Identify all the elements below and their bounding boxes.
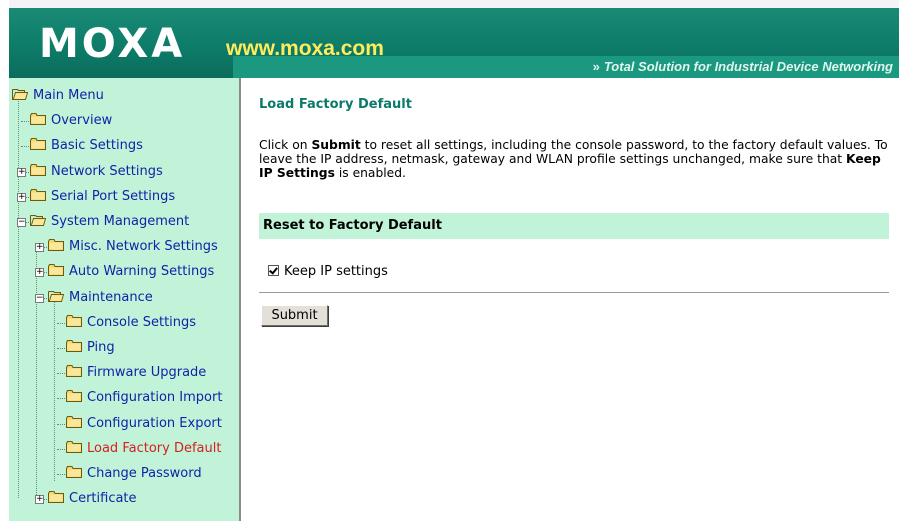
expand-icon[interactable]: + [17, 193, 26, 202]
tree-line [18, 98, 19, 498]
submit-keyword: Submit [311, 138, 361, 152]
submit-button[interactable]: Submit [261, 305, 328, 326]
header-banner: MOXA www.moxa.com » Total Solution for In… [9, 0, 899, 78]
double-chevron-icon: » [592, 59, 600, 74]
sidebar-item-auto-warning-settings[interactable]: Auto Warning Settings [48, 261, 214, 283]
folder-icon [66, 390, 82, 402]
tree-line [36, 248, 37, 499]
main-content: Load Factory Default Click on Submit to … [259, 78, 889, 521]
sidebar-item-label[interactable]: Auto Warning Settings [69, 264, 214, 279]
description-text: Click on Submit to reset all settings, i… [259, 138, 889, 180]
collapse-icon[interactable]: − [35, 294, 44, 303]
sidebar-item-firmware-upgrade[interactable]: Firmware Upgrade [66, 362, 206, 384]
moxa-logo: MOXA [39, 21, 186, 67]
folder-icon [66, 416, 82, 428]
sidebar-item-console-settings[interactable]: Console Settings [66, 312, 196, 334]
sidebar-item-label[interactable]: Certificate [69, 491, 137, 506]
sidebar-item-label[interactable]: Overview [51, 113, 112, 128]
sidebar-item-label[interactable]: Ping [87, 340, 115, 355]
folder-icon [66, 466, 82, 478]
sidebar-item-label[interactable]: Serial Port Settings [51, 189, 175, 204]
folder-open-icon [30, 214, 46, 226]
sidebar-item-label[interactable]: Configuration Import [87, 390, 222, 405]
folder-icon [66, 315, 82, 327]
sidebar-item-change-password[interactable]: Change Password [66, 463, 202, 485]
folder-icon [30, 164, 46, 176]
sidebar-item-network-settings[interactable]: Network Settings [30, 161, 163, 183]
sidebar-item-maintenance[interactable]: Maintenance [48, 287, 153, 309]
folder-icon [66, 340, 82, 352]
sidebar-item-label[interactable]: Misc. Network Settings [69, 239, 218, 254]
sidebar-item-label[interactable]: Load Factory Default [87, 441, 221, 456]
folder-icon [30, 113, 46, 125]
sidebar-item-overview[interactable]: Overview [30, 110, 112, 132]
page-title: Load Factory Default [259, 97, 412, 112]
section-header: Reset to Factory Default [259, 213, 889, 239]
sidebar-item-label[interactable]: Basic Settings [51, 138, 143, 153]
keep-ip-option: Keep IP settings [268, 263, 388, 281]
tagline-bar: » Total Solution for Industrial Device Ne… [233, 56, 899, 78]
folder-open-icon [12, 88, 28, 100]
sidebar-item-label[interactable]: Main Menu [33, 88, 104, 103]
folder-icon [48, 491, 64, 503]
description-part: Click on [259, 138, 312, 152]
sidebar-tree: Main Menu Overview Basic Settings + Network … [9, 78, 241, 521]
sidebar-item-label[interactable]: Configuration Export [87, 416, 222, 431]
expand-icon[interactable]: + [35, 495, 44, 504]
expand-icon[interactable]: + [35, 268, 44, 277]
tagline: » Total Solution for Industrial Device Ne… [593, 59, 893, 74]
sidebar-item-serial-port-settings[interactable]: Serial Port Settings [30, 186, 175, 208]
sidebar-item-label[interactable]: Network Settings [51, 164, 163, 179]
keep-ip-label[interactable]: Keep IP settings [284, 264, 388, 279]
expand-icon[interactable]: + [35, 243, 44, 252]
sidebar-item-label[interactable]: System Management [51, 214, 189, 229]
sidebar-item-label[interactable]: Console Settings [87, 315, 196, 330]
folder-icon [30, 138, 46, 150]
sidebar-item-load-factory-default[interactable]: Load Factory Default [66, 438, 221, 460]
sidebar-item-label[interactable]: Firmware Upgrade [87, 365, 206, 380]
sidebar-item-system-management[interactable]: System Management [30, 211, 189, 233]
sidebar-item-misc-network-settings[interactable]: Misc. Network Settings [48, 236, 218, 258]
section-title: Reset to Factory Default [263, 218, 442, 233]
keep-ip-checkbox[interactable] [268, 265, 279, 276]
description-part: is enabled. [334, 166, 406, 180]
sidebar-item-configuration-export[interactable]: Configuration Export [66, 413, 222, 435]
folder-open-icon [48, 290, 64, 302]
folder-icon [66, 441, 82, 453]
sidebar-item-certificate[interactable]: Certificate [48, 488, 137, 510]
folder-icon [66, 365, 82, 377]
expand-icon[interactable]: + [17, 168, 26, 177]
folder-icon [30, 189, 46, 201]
tree-line [54, 299, 55, 481]
folder-icon [48, 239, 64, 251]
sidebar-item-label[interactable]: Change Password [87, 466, 202, 481]
sidebar-item-label[interactable]: Maintenance [69, 290, 153, 305]
sidebar-item-basic-settings[interactable]: Basic Settings [30, 135, 143, 157]
divider [259, 292, 889, 293]
collapse-icon[interactable]: − [17, 218, 26, 227]
folder-icon [48, 264, 64, 276]
tagline-text: Total Solution for Industrial Device Net… [603, 59, 893, 74]
sidebar-item-configuration-import[interactable]: Configuration Import [66, 387, 222, 409]
sidebar-item-main-menu[interactable]: Main Menu [12, 85, 104, 107]
sidebar-item-ping[interactable]: Ping [66, 337, 115, 359]
